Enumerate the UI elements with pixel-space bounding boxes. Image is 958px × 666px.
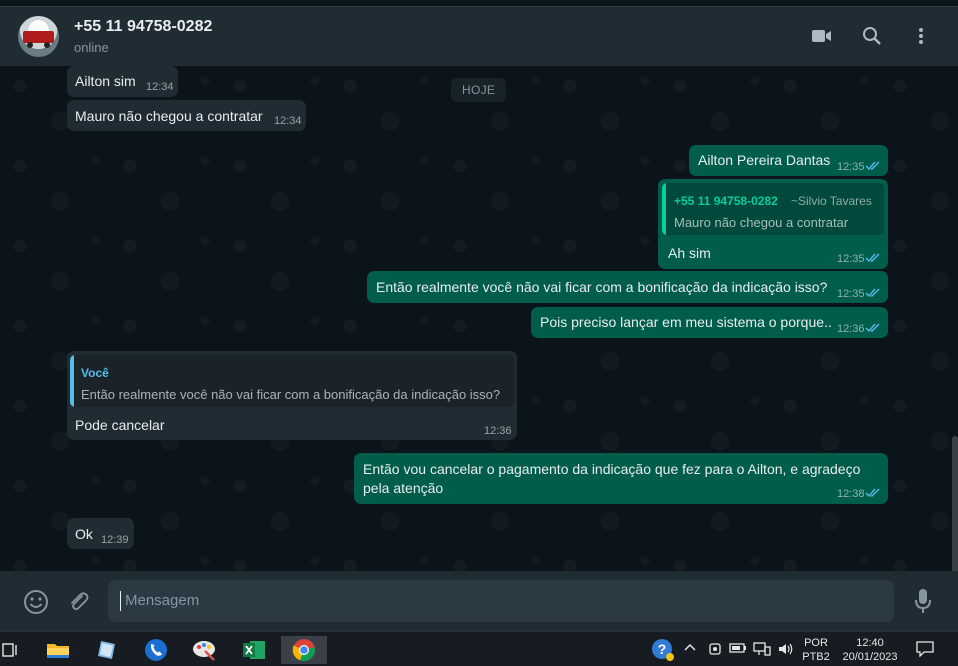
message-time: 12:38 — [837, 488, 865, 500]
quoted-message[interactable]: +55 11 94758-0282 ~Silvio Tavares Mauro … — [662, 183, 884, 235]
message-time: 12:39 — [101, 534, 129, 546]
quote-bar — [70, 355, 74, 407]
read-ticks-icon — [865, 488, 880, 498]
language-indicator[interactable]: POR PTB2 — [800, 636, 832, 664]
quote-text: Então realmente você não vai ficar com a… — [81, 387, 501, 402]
message-text: Ah sim — [668, 245, 711, 261]
quote-bar — [662, 183, 666, 235]
message-incoming[interactable]: Ok 12:39 — [67, 518, 134, 549]
message-outgoing[interactable]: Pois preciso lançar em meu sistema o por… — [531, 307, 888, 338]
message-time: 12:35 — [837, 161, 865, 173]
read-ticks-icon — [865, 288, 880, 298]
quoted-message[interactable]: Você Então realmente você não vai ficar … — [70, 355, 514, 407]
system-clock[interactable]: 12:40 20/01/2023 — [838, 636, 902, 664]
message-time: 12:34 — [146, 81, 174, 93]
language-code: POR — [804, 637, 828, 649]
date-chip: HOJE — [451, 78, 507, 102]
message-placeholder: Mensagem — [125, 592, 200, 609]
windows-taskbar: ? POR PTB2 12:40 20/01/2023 — [0, 631, 958, 666]
window-top-edge — [0, 0, 958, 7]
chat-header: +55 11 94758-0282 online — [0, 7, 958, 66]
quote-text: Mauro não chegou a contratar — [674, 215, 849, 230]
chrome-icon[interactable] — [281, 636, 327, 664]
message-outgoing-reply[interactable]: +55 11 94758-0282 ~Silvio Tavares Mauro … — [658, 179, 888, 269]
truck-image — [23, 31, 54, 43]
contact-name[interactable]: +55 11 94758-0282 — [74, 18, 212, 36]
menu-icon[interactable] — [908, 23, 934, 49]
chat-scrollbar[interactable] — [952, 436, 958, 571]
message-text-line1: Então vou cancelar o pagamento da indica… — [363, 461, 861, 477]
contact-status: online — [74, 40, 109, 55]
attach-icon[interactable] — [64, 588, 92, 616]
message-text-line2: pela atenção — [363, 480, 444, 496]
message-text: Ailton Pereira Dantas — [698, 152, 831, 168]
message-text: Então realmente você não vai ficar com a… — [376, 279, 828, 295]
message-outgoing[interactable]: Então realmente você não vai ficar com a… — [367, 271, 888, 303]
avatar[interactable] — [18, 16, 59, 57]
notepad-icon[interactable] — [89, 636, 125, 664]
excel-icon[interactable] — [236, 636, 272, 664]
microphone-icon[interactable] — [909, 587, 937, 615]
tray-chevron-icon[interactable] — [682, 642, 698, 656]
read-ticks-icon — [865, 161, 880, 171]
clock-time: 12:40 — [856, 637, 884, 649]
message-text: Pois preciso lançar em meu sistema o por… — [540, 314, 832, 330]
network-icon[interactable] — [752, 642, 772, 660]
svg-text:?: ? — [658, 641, 667, 657]
search-icon[interactable] — [859, 23, 885, 49]
emoji-icon[interactable] — [22, 588, 50, 616]
keyboard-layout: PTB2 — [802, 651, 830, 663]
task-view-icon[interactable] — [0, 636, 28, 664]
file-explorer-icon[interactable] — [40, 636, 76, 664]
message-text: Ok — [75, 526, 93, 542]
camera-tray-icon[interactable] — [706, 642, 724, 660]
message-time: 12:34 — [274, 115, 302, 127]
message-incoming[interactable]: Mauro não chegou a contratar 12:34 — [67, 100, 306, 131]
truck-wheel — [27, 42, 33, 48]
help-icon[interactable]: ? — [646, 636, 680, 664]
notification-icon[interactable] — [914, 641, 936, 661]
message-text: Mauro não chegou a contratar — [75, 108, 263, 124]
read-ticks-icon — [865, 323, 880, 333]
paint-icon[interactable] — [187, 636, 223, 664]
quote-alias: ~Silvio Tavares — [791, 194, 872, 208]
message-time: 12:36 — [837, 323, 865, 335]
truck-wheel — [44, 42, 50, 48]
message-incoming[interactable]: Ailton sim 12:34 — [67, 66, 178, 97]
battery-icon[interactable] — [728, 642, 748, 658]
text-caret — [120, 591, 121, 611]
message-outgoing[interactable]: Ailton Pereira Dantas 12:35 — [689, 145, 888, 176]
video-call-icon[interactable] — [809, 23, 835, 49]
read-ticks-icon — [865, 253, 880, 263]
composer-bar: Mensagem — [0, 571, 958, 631]
message-time: 12:35 — [837, 253, 865, 265]
message-text: Pode cancelar — [75, 417, 165, 433]
message-incoming-reply[interactable]: Você Então realmente você não vai ficar … — [67, 351, 517, 440]
clock-date: 20/01/2023 — [842, 651, 898, 663]
quote-author: +55 11 94758-0282 — [674, 194, 778, 208]
message-outgoing[interactable]: Então vou cancelar o pagamento da indica… — [354, 453, 888, 504]
phone-app-icon[interactable] — [138, 636, 174, 664]
message-input[interactable]: Mensagem — [108, 580, 894, 622]
quote-author: Você — [81, 366, 109, 380]
message-time: 12:35 — [837, 288, 865, 300]
message-text: Ailton sim — [75, 73, 136, 89]
volume-icon[interactable] — [776, 642, 796, 660]
message-time: 12:36 — [484, 425, 512, 437]
chat-area: HOJE Ailton sim 12:34 Mauro não chegou a… — [0, 66, 958, 571]
